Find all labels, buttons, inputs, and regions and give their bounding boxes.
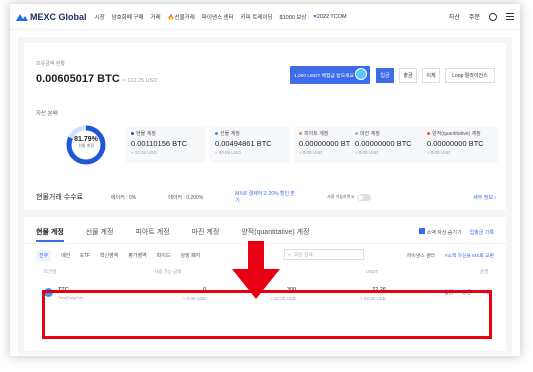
sub-right: 파이낸스 센터 #소액 자산을 MX로 교환 [407,252,494,259]
subtab-assessment[interactable]: 평가영역 [128,252,146,259]
stat-futures-name: 선물 계정 [220,131,240,137]
promo-gift-icon [355,68,367,80]
menu-icon[interactable] [506,13,514,20]
highlight-box [42,290,492,339]
nav-trade[interactable]: 거래 [151,13,161,21]
tab-fiat[interactable]: 피아트 계정 [135,227,169,242]
stat-futures-value: 0.00494861 BTC [215,139,272,148]
nav-right: 자산 주문 [449,12,514,21]
promo-text: 1,000 USDT 체험금 받으세요 [294,73,354,79]
fee-row: 현물거래 수수료 메이커 : 0% 테이커 : 0.200% MX로 결제하고 … [36,189,496,205]
user-icon[interactable] [489,12,497,21]
tab-futures[interactable]: 선물 계정 [86,227,114,242]
flame-icon: 🔥 [167,14,175,21]
finance-center-filter[interactable]: 파이낸스 센터 [407,252,435,259]
balance-value: 0.00605017 BTC ≈ 122.25 USD [36,73,157,85]
loop-button[interactable]: Loop 릴라이언스 [445,68,495,83]
stat-spot-value: 0.00110156 BTC [131,139,188,148]
stat-spot: 현물 계정 0.00110156 BTC ≈ 22.25 USD [126,127,206,163]
nav-orders[interactable]: 주문 [469,12,480,21]
donut-percent: 81.79% [74,136,98,143]
stat-spot-usd: ≈ 22.25 USD [131,150,157,155]
header-available: 사용 가능 금액 [154,269,182,274]
account-tabs: 현물 계정 선물 계정 피아트 계정 마진 계정 양적(quantitative… [36,227,309,242]
logo-text: MEXC Global [30,11,87,22]
subtab-delisted[interactable]: 상장 폐지 [180,252,200,259]
deposit-button[interactable]: 입금 [376,68,394,83]
nav-futures[interactable]: 🔥선물거래 [168,13,195,21]
search-icon: ⌕ [288,252,291,258]
maker-fee: 메이커 : 0% [111,194,137,201]
nav-reward[interactable]: $1000 보상 [280,13,307,21]
mexc-logo-icon [16,13,28,21]
top-nav: MEXC Global 시장 암호화폐 구매 거래 🔥선물거래 파이낸스 센터 … [10,4,520,30]
distribution-label: 자산 분배 [36,111,58,117]
stat-quant-usd: ≈ 0.00 USD [427,150,451,155]
spot-dot-icon [131,132,134,135]
nav-futures-label: 선물거래 [174,14,195,21]
taker-fee: 테이커 : 0.200% [168,194,204,201]
mexc-logo[interactable]: MEXC Global [16,12,87,22]
donut-subtitle: 선물 계정 [78,143,94,148]
stat-quant-name: 양적(quantitative) 계정 [432,131,481,137]
stat-fiat-name: 피아트 계정 [304,131,329,137]
tab-margin[interactable]: 마진 계정 [192,227,220,242]
stat-spot-name: 현물 계정 [136,131,156,137]
balance-card: 보유금액 현황 0.00605017 BTC ≈ 122.25 USD 1,000… [24,43,506,210]
stat-futures: 선물 계정 0.00494861 BTC ≈ 99.99 USD [210,127,290,163]
coin-search-input[interactable]: ⌕ 코인 검색 [284,249,364,260]
nav-finance[interactable]: 파이낸스 센터 [202,13,234,21]
futures-dot-icon [215,132,218,135]
stat-quant: 양적(quantitative) 계정 0.00000000 BTC ≈ 0.0… [422,127,498,163]
margin-dot-icon [355,132,358,135]
nav-buy-crypto[interactable]: 암호화폐 구매 [112,13,144,21]
stat-margin-usd: ≈ 0.00 USD [355,150,379,155]
transfer-button[interactable]: 이체 [422,68,440,83]
promo-button[interactable]: 1,000 USDT 체험금 받으세요 [290,66,370,84]
stat-margin-value: 0.00000000 BTC [355,139,412,148]
nav-tcom[interactable]: ♥2022 TCOM [314,14,347,20]
withdraw-button[interactable]: 출금 [399,68,417,83]
toggle-label: 사용 가능하면 B [327,194,355,199]
nav-assets[interactable]: 자산 [449,12,460,21]
nav-market[interactable]: 시장 [95,13,105,21]
fee-details-link[interactable]: 세부 정보 › [473,194,496,201]
balance-usd: ≈ 122.25 USD [122,78,158,84]
subtab-fide[interactable]: 파이드 [157,252,171,259]
stat-margin: 마진 계정 0.00000000 BTC ≈ 0.00 USD [350,127,430,163]
tab-spot[interactable]: 현물 계정 [36,227,64,242]
subtab-all[interactable]: 전부 [36,250,52,261]
tab-right: 소액 자산 숨기기 입출금 기록 [418,228,494,236]
tab-quant[interactable]: 양적(quantitative) 계정 [241,227,309,242]
stat-futures-usd: ≈ 99.99 USD [215,150,241,155]
stat-quant-value: 0.00000000 BTC [427,139,484,148]
subtab-etf[interactable]: ETF [80,253,89,259]
mx-discount-link[interactable]: MX로 결제하고 20% 할인 받기 [235,190,295,204]
nav-copy-trading[interactable]: 카피 트레이딩 [241,13,273,21]
subtab-main[interactable]: 메인 [61,252,70,259]
nav-tcom-label: 2022 TCOM [316,13,347,20]
hide-small-checkbox[interactable]: 소액 자산 숨기기 [418,228,462,236]
search-placeholder: 코인 검색 [293,253,313,258]
convert-small-link[interactable]: #소액 자산을 MX로 교환 [445,252,494,259]
quant-dot-icon [427,132,430,135]
donut-label: 81.79% 선물 계정 [64,136,108,149]
header-usdt: USDT [366,269,379,274]
subtabs: 전부 메인 ETF 혁신영역 평가영역 파이드 상장 폐지 [36,250,200,261]
header-actions: 운영 [480,269,489,274]
balance-label: 보유금액 현황 [36,61,65,67]
mx-toggle[interactable] [357,193,372,201]
history-link[interactable]: 입출금 기록 [470,229,494,236]
hide-small-label: 소액 자산 숨기기 [426,230,462,236]
stat-margin-name: 마진 계정 [360,131,380,137]
subtab-innovation[interactable]: 혁신영역 [100,252,118,259]
fiat-dot-icon [299,132,302,135]
header-token: 토큰명 [44,269,57,274]
fee-title: 현물거래 수수료 [36,194,84,201]
balance-btc: 0.00605017 BTC [36,73,120,85]
checkbox-icon [418,228,425,234]
